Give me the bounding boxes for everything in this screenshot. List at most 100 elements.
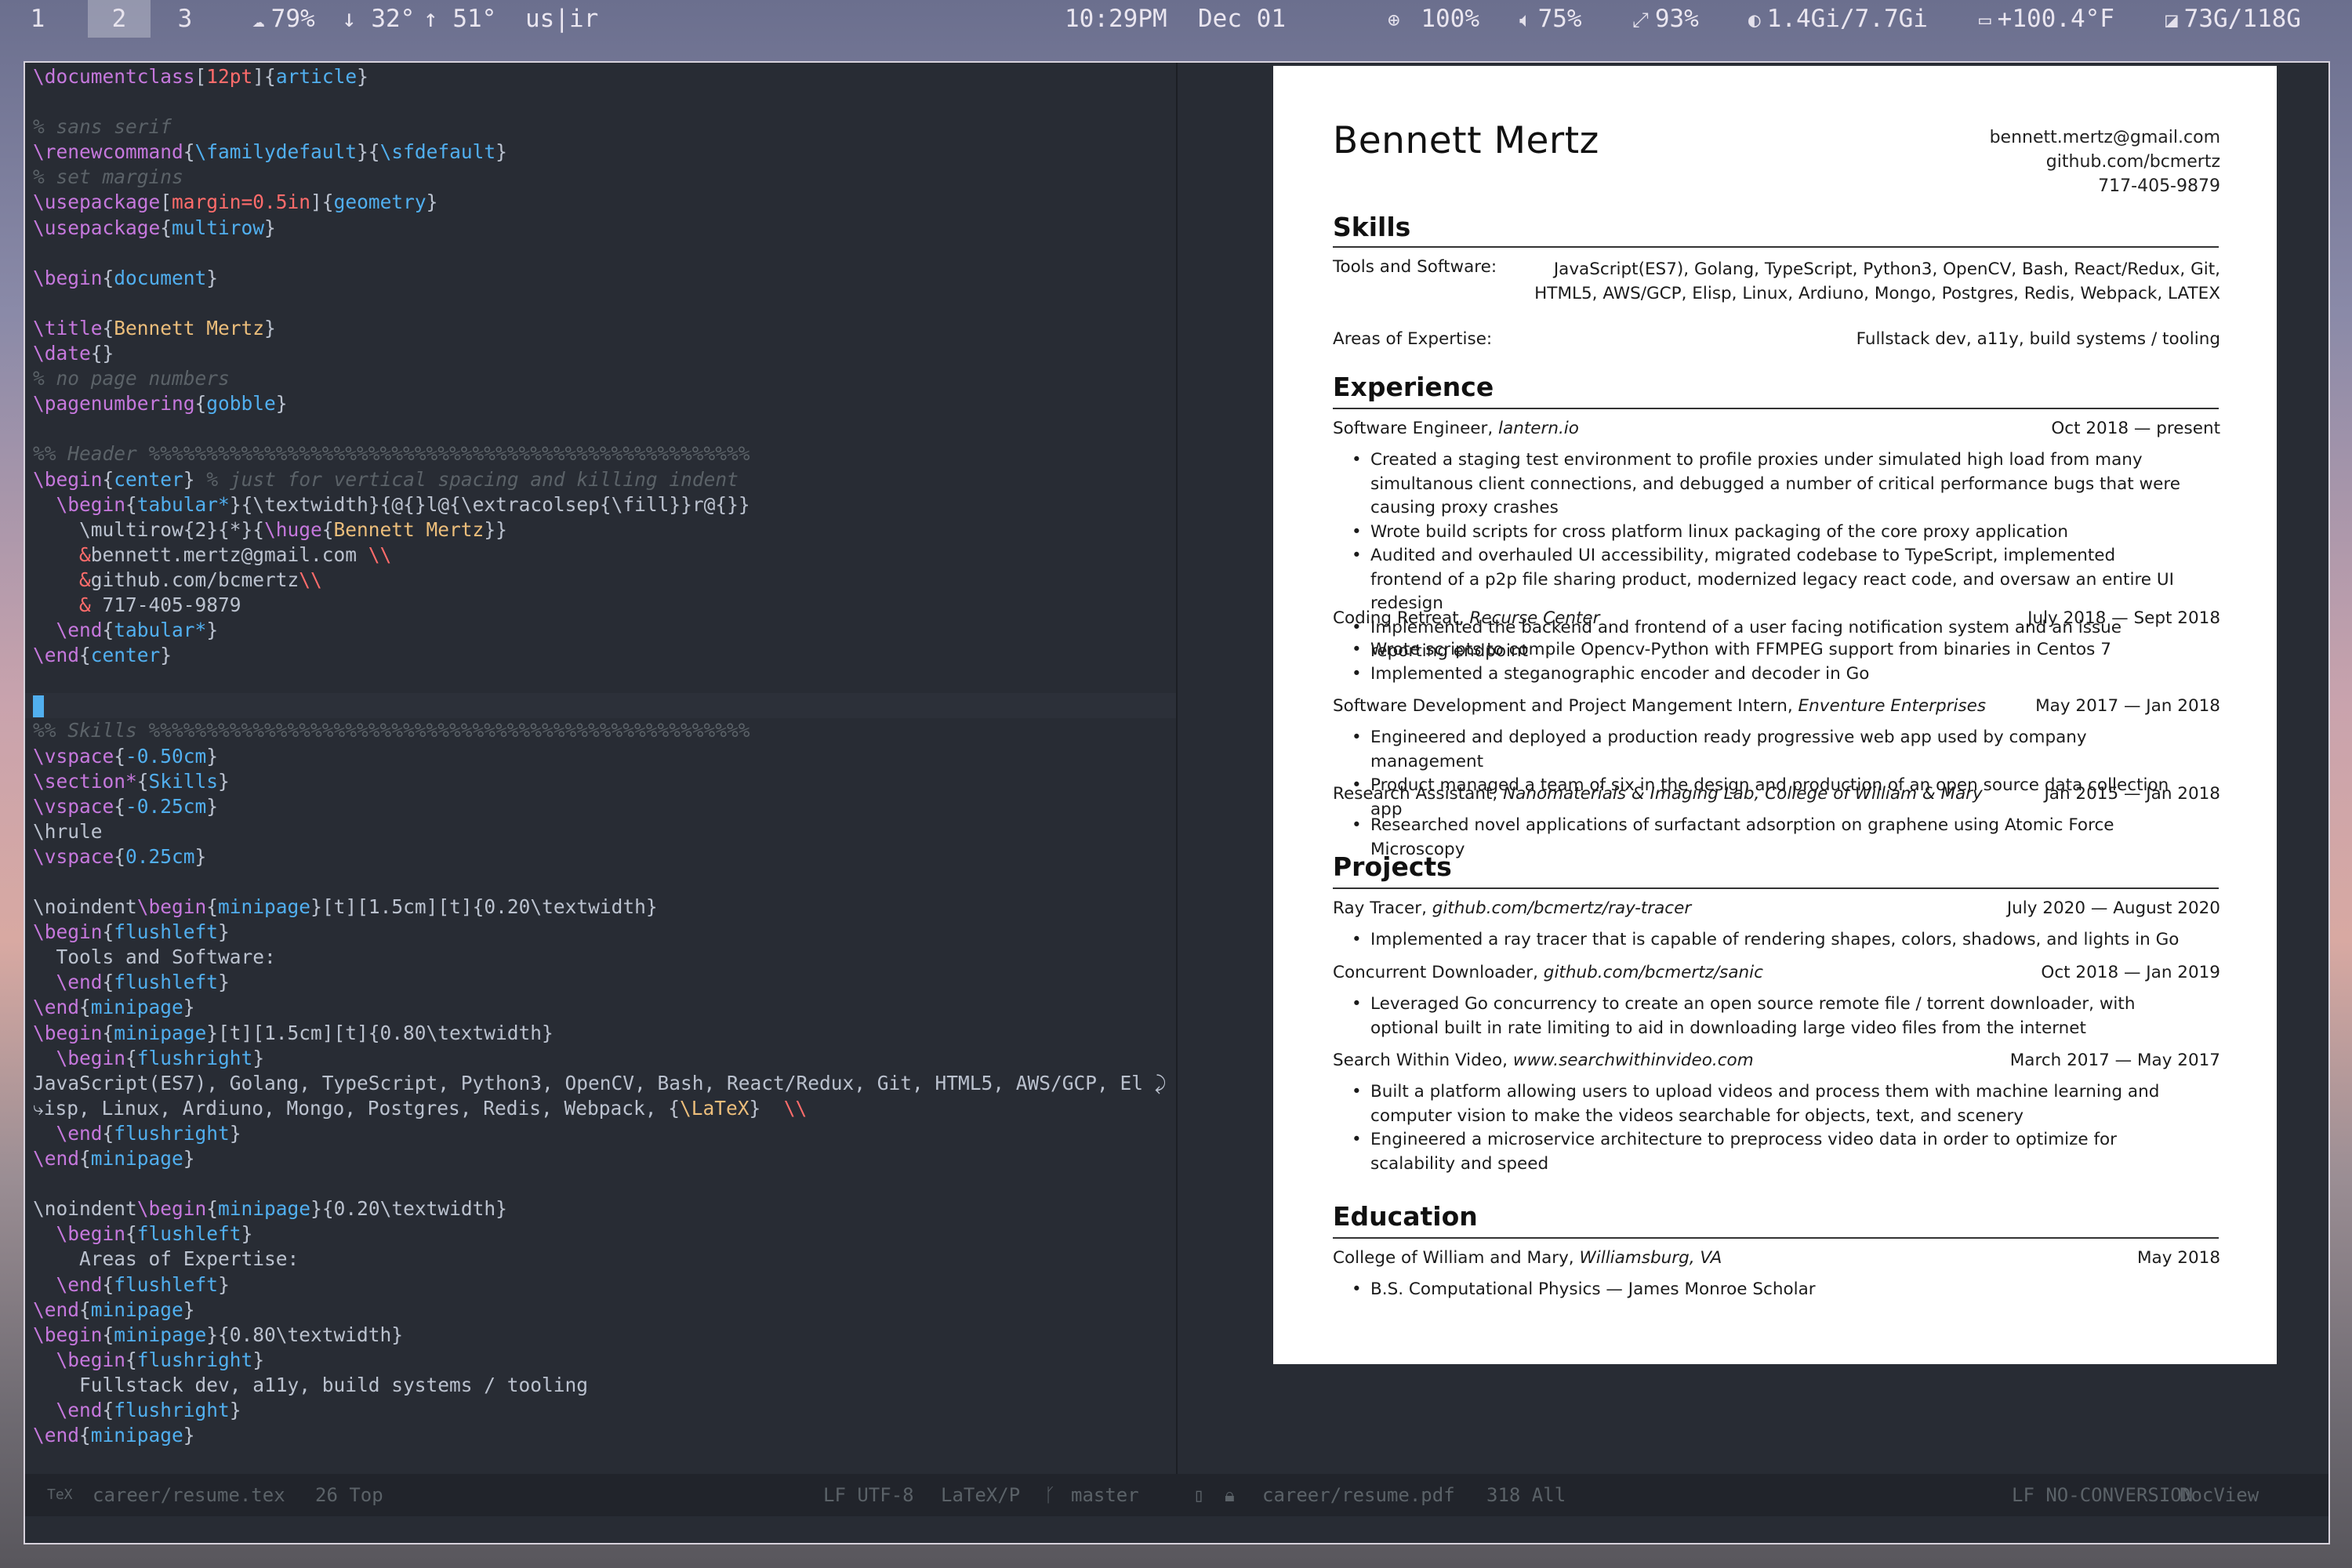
code-line[interactable]: \begin{minipage}{0.80\textwidth}	[25, 1323, 1176, 1348]
code-line[interactable]: \begin{center} % just for vertical spaci…	[25, 467, 1176, 492]
code-token: {	[102, 1323, 114, 1346]
code-line[interactable]: \begin{minipage}[t][1.5cm][t]{0.80\textw…	[25, 1021, 1176, 1046]
code-line[interactable]: % sans serif	[25, 114, 1176, 140]
code-line[interactable]: \vspace{-0.50cm}	[25, 744, 1176, 769]
volume-widget[interactable]: 🔈︎ 75%	[1519, 0, 1582, 38]
brightness-widget[interactable]: ⤢ 93%	[1632, 0, 1699, 38]
code-token: \\	[783, 1096, 808, 1120]
code-line[interactable]: \end{tabular*}	[25, 618, 1176, 643]
code-line[interactable]	[25, 869, 1176, 895]
code-line[interactable]: \hrule	[25, 819, 1176, 844]
code-line[interactable]: \begin{flushright}	[25, 1348, 1176, 1373]
code-token: Fullstack dev, a11y, build systems / too…	[33, 1373, 589, 1396]
code-line[interactable]: & 717-405-9879	[25, 593, 1176, 618]
code-line[interactable]: \noindent\begin{minipage}{0.20\textwidth…	[25, 1196, 1176, 1221]
code-token: {	[102, 316, 114, 339]
workspace-2-button[interactable]: 2	[88, 0, 151, 38]
code-line[interactable]: \end{minipage}	[25, 1146, 1176, 1171]
project-link[interactable]: www.searchwithinvideo.com	[1513, 1051, 1754, 1070]
code-line[interactable]: \end{flushleft}	[25, 970, 1176, 995]
code-line[interactable]: \title{Bennett Mertz}	[25, 316, 1176, 341]
code-token: {	[79, 996, 91, 1019]
exp-org[interactable]: lantern.io	[1498, 419, 1579, 438]
echo-area[interactable]	[25, 1516, 2328, 1543]
code-line[interactable]: Fullstack dev, a11y, build systems / too…	[25, 1373, 1176, 1398]
code-line[interactable]: \multirow{2}{*}{\huge{Bennett Mertz}}	[25, 517, 1176, 543]
resume-name: Bennett Mertz	[1333, 119, 1599, 162]
code-line[interactable]: ⤷isp, Linux, Ardiuno, Mongo, Postgres, R…	[25, 1096, 1176, 1121]
workspace-1-button[interactable]: 1	[14, 0, 61, 38]
code-line[interactable]: \end{flushright}	[25, 1398, 1176, 1423]
education-entry-header: College of William and Mary, Williamsbur…	[1333, 1248, 2220, 1272]
code-line[interactable]: \end{minipage}	[25, 1298, 1176, 1323]
code-line[interactable]: Areas of Expertise:	[25, 1247, 1176, 1272]
latex-editor-pane[interactable]: \documentclass[12pt]{article} % sans seri…	[25, 63, 1176, 1475]
code-line[interactable]: \begin{flushright}	[25, 1046, 1176, 1071]
code-line[interactable]	[25, 89, 1176, 114]
project-title: Search Within Video,	[1333, 1051, 1513, 1070]
code-line[interactable]	[25, 416, 1176, 441]
code-line[interactable]: \documentclass[12pt]{article}	[25, 64, 1176, 89]
code-line[interactable]: % set margins	[25, 165, 1176, 190]
modeline-right-encoding[interactable]: LF NO-CONVERSION	[2012, 1474, 2193, 1516]
top-status-bar: 1 2 3 ☁ 79% ↓ 32° ↑ 51° us|ir 10:29PM Dec…	[0, 0, 2352, 38]
code-line[interactable]: \date{}	[25, 341, 1176, 366]
code-line[interactable]: %% Skills %%%%%%%%%%%%%%%%%%%%%%%%%%%%%%…	[25, 718, 1176, 743]
code-line[interactable]: &github.com/bcmertz\\	[25, 568, 1176, 593]
code-token: center	[90, 644, 161, 667]
code-line[interactable]	[25, 1171, 1176, 1196]
code-line[interactable]: \begin{flushleft}	[25, 1221, 1176, 1247]
code-line[interactable]: \vspace{-0.25cm}	[25, 794, 1176, 819]
code-token: \sfdefault	[379, 140, 496, 164]
code-token: &	[79, 543, 91, 566]
modeline-left-mode[interactable]: LaTeX/P	[941, 1474, 1020, 1516]
code-line[interactable]: \end{center}	[25, 643, 1176, 668]
code-line[interactable]: \begin{flushleft}	[25, 920, 1176, 945]
education-location: Williamsburg, VA	[1579, 1248, 1722, 1268]
code-line[interactable]: \end{minipage}	[25, 1423, 1176, 1448]
network-widget: ⊕ 100%	[1388, 0, 1479, 38]
workspace-3-button[interactable]: 3	[162, 0, 209, 38]
skills-areas-row: Areas of Expertise: Fullstack dev, a11y,…	[1333, 329, 2220, 354]
code-line[interactable]: &bennett.mertz@gmail.com \\	[25, 543, 1176, 568]
code-line[interactable]: %% Header %%%%%%%%%%%%%%%%%%%%%%%%%%%%%%…	[25, 441, 1176, 466]
code-line[interactable]	[25, 291, 1176, 316]
code-line[interactable]: JavaScript(ES7), Golang, TypeScript, Pyt…	[25, 1071, 1176, 1096]
project-link[interactable]: github.com/bcmertz/ray-tracer	[1432, 898, 1691, 918]
code-line[interactable]	[25, 693, 1176, 719]
code-token: }	[206, 744, 219, 768]
modeline-right-mode[interactable]: DocView	[2180, 1474, 2259, 1516]
code-token: \hrule	[33, 819, 103, 843]
code-token: {	[102, 1021, 114, 1044]
code-line[interactable]: \end{flushright}	[25, 1121, 1176, 1146]
modeline-left-encoding[interactable]: LF UTF-8	[823, 1474, 914, 1516]
modeline-right-file[interactable]: career/resume.pdf	[1262, 1474, 1455, 1516]
weather-widget: ☁ 79%	[252, 0, 315, 38]
code-token: \vspace	[33, 794, 114, 818]
code-line[interactable]: \pagenumbering{gobble}	[25, 391, 1176, 416]
code-line[interactable]	[25, 241, 1176, 266]
code-line[interactable]: \usepackage[margin=0.5in]{geometry}	[25, 190, 1176, 215]
keyboard-layout[interactable]: us|ir	[525, 0, 598, 38]
code-line[interactable]: \end{minipage}	[25, 995, 1176, 1020]
code-line[interactable]	[25, 1448, 1176, 1473]
code-token: \familydefault	[194, 140, 358, 164]
code-line[interactable]: \vspace{0.25cm}	[25, 844, 1176, 869]
code-line[interactable]: \begin{document}	[25, 266, 1176, 291]
code-line[interactable]	[25, 668, 1176, 693]
code-line[interactable]: % no page numbers	[25, 366, 1176, 391]
code-line[interactable]: \section*{Skills}	[25, 769, 1176, 794]
code-line[interactable]: \usepackage{multirow}	[25, 216, 1176, 241]
pdf-viewer-pane[interactable]: Bennett Mertz bennett.mertz@gmail.com gi…	[1178, 63, 2328, 1474]
project-link[interactable]: github.com/bcmertz/sanic	[1544, 963, 1763, 982]
code-line[interactable]: \end{flushleft}	[25, 1272, 1176, 1298]
modeline-branch[interactable]: master	[1071, 1474, 1139, 1516]
code-line[interactable]: \noindent\begin{minipage}[t][1.5cm][t]{0…	[25, 895, 1176, 920]
brightness-value: 93%	[1654, 5, 1699, 33]
code-line[interactable]: Tools and Software:	[25, 945, 1176, 970]
code-line[interactable]: \begin{tabular*}{\textwidth}{@{}l@{\extr…	[25, 492, 1176, 517]
modeline-left-file[interactable]: career/resume.tex	[93, 1474, 285, 1516]
list-item: Implemented a steganographic encoder and…	[1352, 662, 2190, 687]
code-line[interactable]: \renewcommand{\familydefault}{\sfdefault…	[25, 140, 1176, 165]
